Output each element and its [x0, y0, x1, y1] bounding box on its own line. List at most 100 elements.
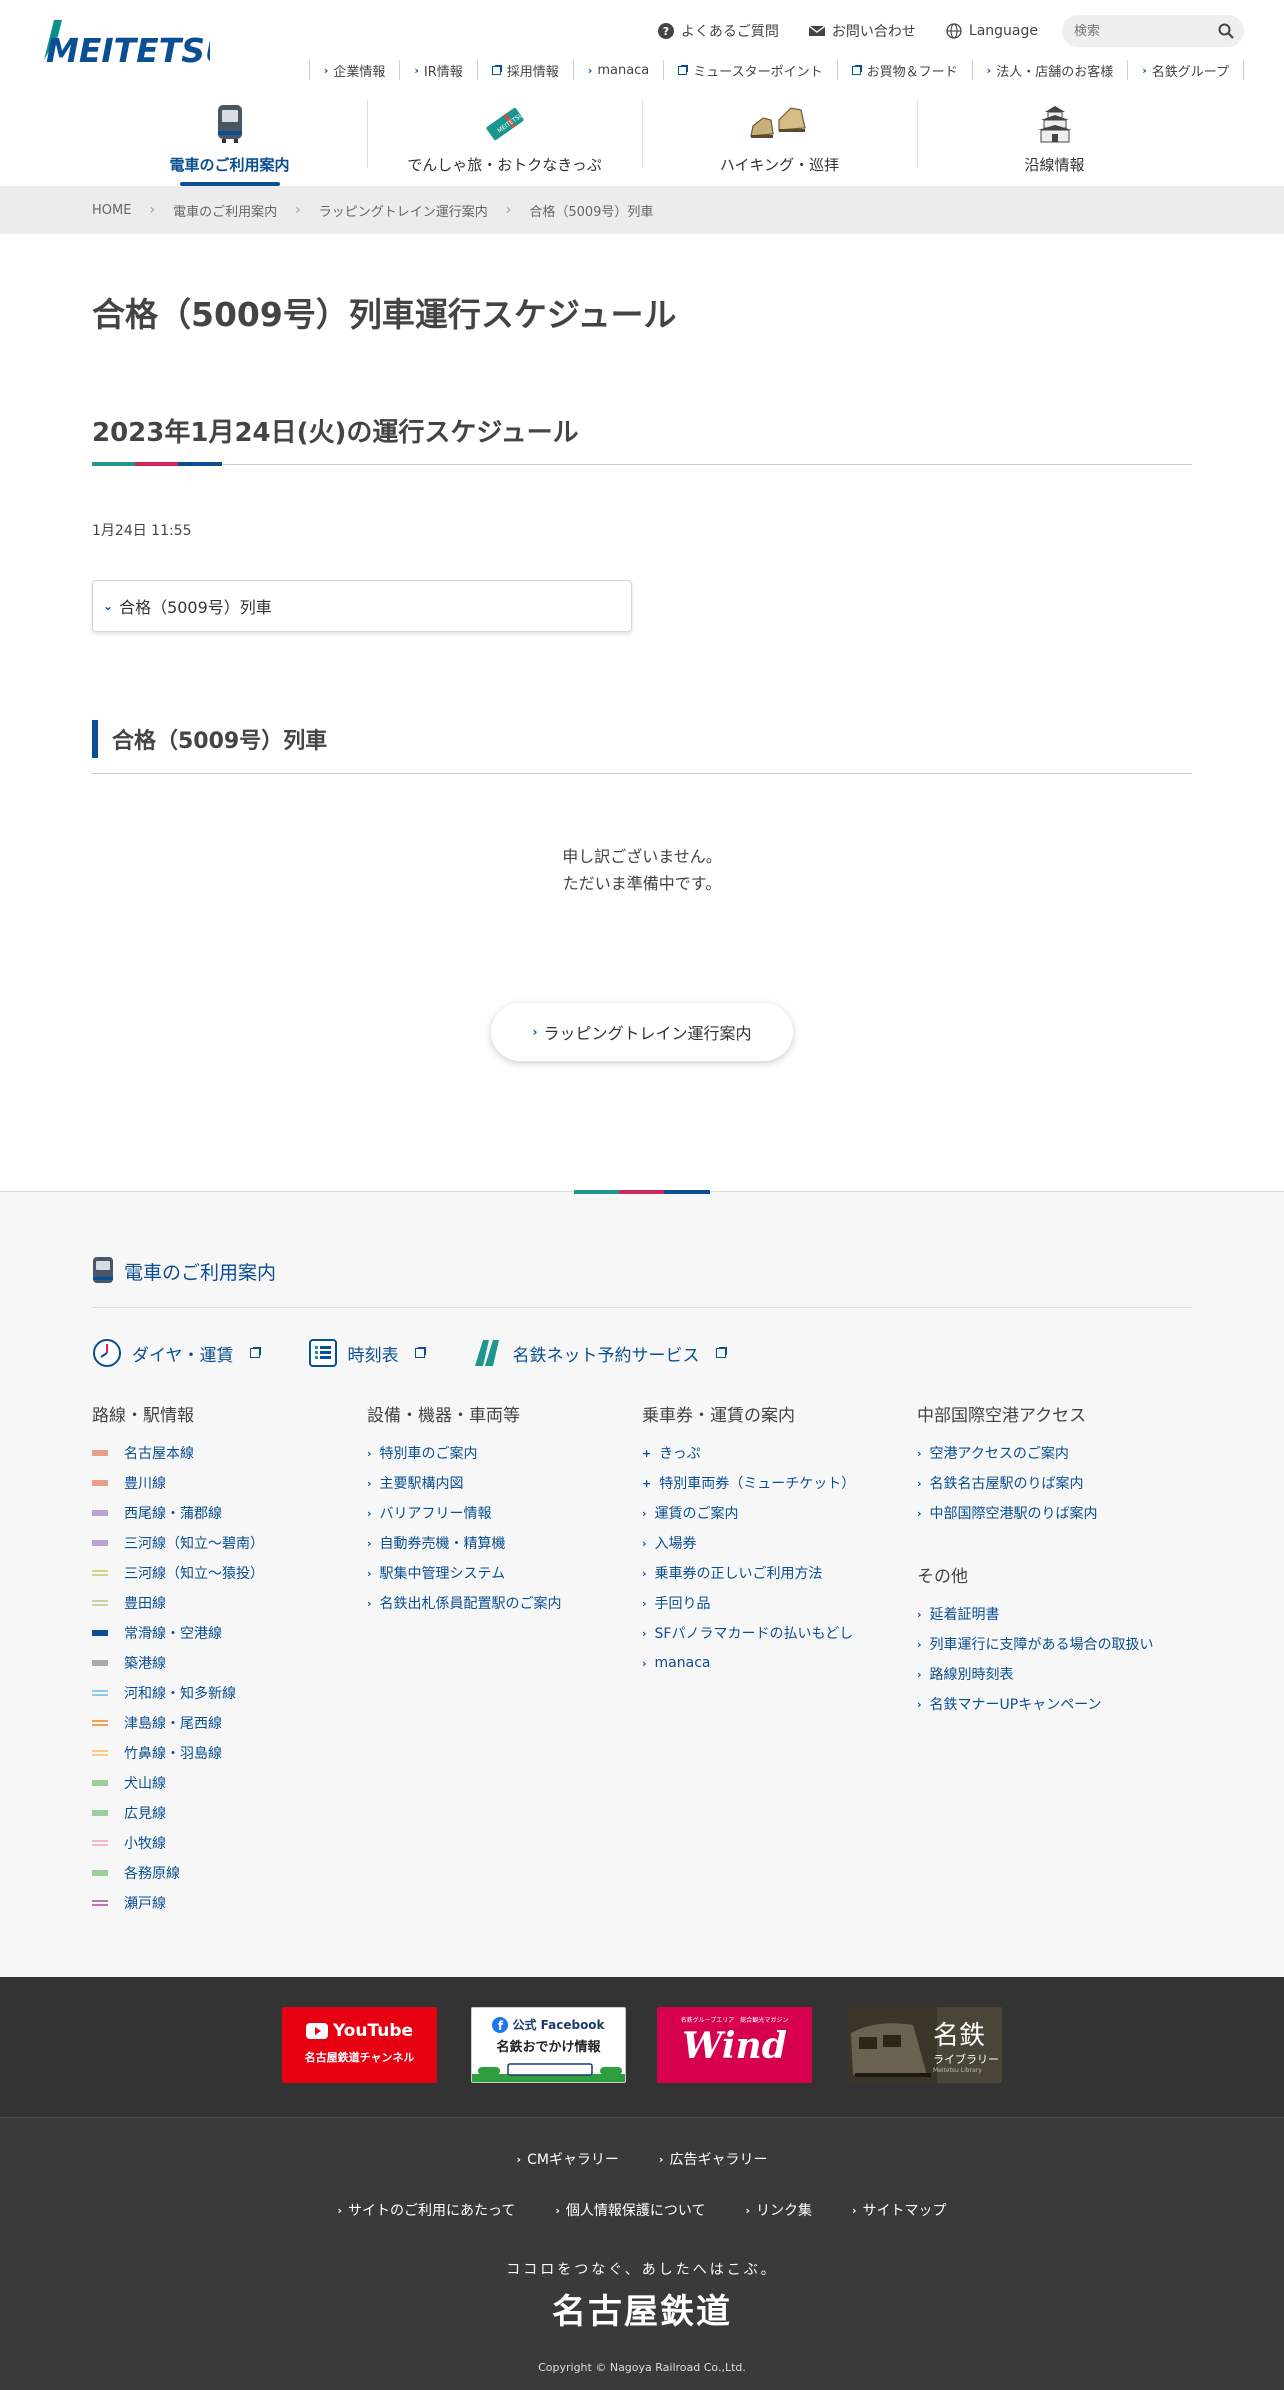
- language-link[interactable]: Language: [946, 23, 1038, 39]
- line-link[interactable]: 竹鼻線・羽島線: [92, 1738, 367, 1768]
- chevron-right-icon: ›: [642, 1596, 647, 1610]
- footer-link[interactable]: › 入場券: [642, 1528, 917, 1558]
- footer-link[interactable]: › 中部国際空港駅のりば案内: [917, 1498, 1192, 1528]
- global-nav-item[interactable]: ハイキング・巡拝: [642, 96, 917, 186]
- line-link[interactable]: 各務原線: [92, 1858, 367, 1888]
- footer-bottom-link[interactable]: › CMギャラリー: [517, 2149, 619, 2169]
- line-link[interactable]: 常滑線・空港線: [92, 1618, 367, 1648]
- chevron-right-icon: ›: [367, 1446, 372, 1460]
- corporate-link[interactable]: › manaca: [572, 60, 664, 80]
- footer-link[interactable]: › 名鉄マナーUPキャンペーン: [917, 1689, 1192, 1719]
- plus-icon: +: [642, 1446, 652, 1460]
- net-reservation-link[interactable]: 名鉄ネット予約サービス: [473, 1338, 726, 1368]
- footer-heading-link[interactable]: 電車のご利用案内: [92, 1256, 276, 1286]
- line-link[interactable]: 瀬戸線: [92, 1888, 367, 1918]
- footer-bottom-link[interactable]: › サイトのご利用にあたって: [337, 2200, 515, 2220]
- wrapping-train-back-button[interactable]: › ラッピングトレイン運行案内: [491, 1003, 793, 1061]
- footer-link[interactable]: › 名鉄名古屋駅のりば案内: [917, 1468, 1192, 1498]
- footer-link-label: SFパノラマカードの払いもどし: [654, 1626, 854, 1642]
- chevron-right-icon: ›: [532, 1025, 538, 1039]
- footer-link[interactable]: › 主要駅構内図: [367, 1468, 642, 1498]
- timetable-link[interactable]: 時刻表: [308, 1338, 425, 1368]
- breadcrumb-item[interactable]: HOME: [92, 203, 131, 218]
- search-input[interactable]: [1074, 23, 1204, 39]
- footer-link[interactable]: › 名鉄出札係員配置駅のご案内: [367, 1588, 642, 1618]
- footer-bottom-link[interactable]: › 広告ギャラリー: [659, 2149, 768, 2169]
- meitetsu-logo[interactable]: MEITETSU: [40, 16, 232, 70]
- breadcrumb-item[interactable]: 電車のご利用案内: [173, 201, 277, 220]
- footer-link[interactable]: › 手回り品: [642, 1588, 917, 1618]
- footer-link[interactable]: › 特別車のご案内: [367, 1438, 642, 1468]
- line-link[interactable]: 津島線・尾西線: [92, 1708, 367, 1738]
- footer-link[interactable]: › 駅集中管理システム: [367, 1558, 642, 1588]
- footer-link[interactable]: + きっぷ: [642, 1438, 917, 1468]
- search-icon[interactable]: [1218, 23, 1234, 39]
- line-link[interactable]: 広見線: [92, 1798, 367, 1828]
- global-nav-item[interactable]: 沿線情報: [917, 96, 1192, 186]
- slogan: ココロをつなぐ、あしたへはこぶ。: [506, 2262, 778, 2278]
- footer-link-label: 自動券売機・精算機: [379, 1536, 506, 1552]
- footer-bottom-link[interactable]: › サイトマップ: [852, 2200, 947, 2220]
- footer-bottom-link[interactable]: › リンク集: [745, 2200, 812, 2220]
- line-link[interactable]: 三河線（知立〜猿投）: [92, 1558, 367, 1588]
- global-nav-item[interactable]: MEITETSU でんしゃ旅・おトクなきっぷ: [367, 96, 642, 186]
- corporate-link[interactable]: › IR情報: [399, 60, 476, 80]
- facebook-banner[interactable]: f 公式 Facebook 名鉄おでかけ情報: [471, 2007, 626, 2083]
- footer-link-label: きっぷ: [659, 1446, 701, 1462]
- external-link-icon: [678, 65, 688, 75]
- footer-link[interactable]: › 延着証明書: [917, 1599, 1192, 1629]
- corporate-link[interactable]: お買物＆フード: [836, 60, 972, 80]
- footer-link[interactable]: › 路線別時刻表: [917, 1659, 1192, 1689]
- chevron-right-icon: ›: [367, 1566, 372, 1580]
- footer-bottom-link[interactable]: › 個人情報保護について: [555, 2200, 705, 2220]
- footer-link[interactable]: › バリアフリー情報: [367, 1498, 642, 1528]
- breadcrumb-item[interactable]: ラッピングトレイン運行案内: [319, 201, 488, 220]
- faq-link[interactable]: ? よくあるご質問: [657, 21, 779, 41]
- contact-link[interactable]: お問い合わせ: [808, 21, 916, 41]
- accent-bar: [574, 1190, 710, 1194]
- footer-link[interactable]: › 自動券売機・精算機: [367, 1528, 642, 1558]
- question-icon: ?: [657, 23, 674, 39]
- plus-icon: +: [642, 1476, 652, 1490]
- wind-magazine-banner[interactable]: 名鉄グループエリア 総合観光マガジン Wind: [657, 2007, 812, 2083]
- chevron-right-icon: ›: [367, 1596, 372, 1610]
- line-color-swatch: [92, 1780, 108, 1786]
- line-link[interactable]: 西尾線・蒲郡線: [92, 1498, 367, 1528]
- globe-icon: [946, 23, 962, 39]
- external-link-icon: [851, 65, 861, 75]
- corporate-link[interactable]: › 名鉄グループ: [1127, 60, 1244, 80]
- footer-link[interactable]: › 空港アクセスのご案内: [917, 1438, 1192, 1468]
- footer-link[interactable]: › 運賃のご案内: [642, 1498, 917, 1528]
- corporate-link[interactable]: ミュースターポイント: [663, 60, 836, 80]
- corporate-link-label: 採用情報: [506, 64, 559, 80]
- timetable-fare-link[interactable]: ダイヤ・運賃: [92, 1338, 260, 1368]
- footer-link[interactable]: › 列車運行に支障がある場合の取扱い: [917, 1629, 1192, 1659]
- meitetsu-library-banner[interactable]: 名鉄 ライブラリー Meitetsu Library: [847, 2007, 1002, 2083]
- footer-link[interactable]: › manaca: [642, 1648, 917, 1678]
- corporate-link[interactable]: 採用情報: [476, 60, 573, 80]
- line-link[interactable]: 名古屋本線: [92, 1438, 367, 1468]
- youtube-banner[interactable]: YouTube 名古屋鉄道チャンネル: [282, 2007, 437, 2083]
- footer-link[interactable]: › SFパノラマカードの払いもどし: [642, 1618, 917, 1648]
- footer-link[interactable]: › 乗車券の正しいご利用方法: [642, 1558, 917, 1588]
- corporate-link[interactable]: › 企業情報: [308, 60, 400, 80]
- line-link[interactable]: 豊田線: [92, 1588, 367, 1618]
- footer-link[interactable]: + 特別車両券（ミューチケット）: [642, 1468, 917, 1498]
- corporate-link[interactable]: › 法人・店舗のお客様: [971, 60, 1128, 80]
- line-link[interactable]: 豊川線: [92, 1468, 367, 1498]
- footer-link-label: 路線別時刻表: [929, 1667, 1014, 1683]
- line-link[interactable]: 三河線（知立〜碧南）: [92, 1528, 367, 1558]
- line-link[interactable]: 小牧線: [92, 1828, 367, 1858]
- line-color-swatch: [92, 1480, 108, 1486]
- line-link[interactable]: 河和線・知多新線: [92, 1678, 367, 1708]
- airport-column: 中部国際空港アクセス › 空港アクセスのご案内 › 名鉄名古屋駅のりば案内 › 中部国際空…: [917, 1401, 1192, 1918]
- divider: [92, 773, 1192, 774]
- schedule-title: 2023年1月24日(火)の運行スケジュール: [92, 418, 579, 448]
- global-nav-item[interactable]: 電車のご利用案内: [92, 96, 367, 186]
- footer-link-label: 列車運行に支障がある場合の取扱い: [929, 1637, 1154, 1653]
- line-link-label: 豊田線: [124, 1596, 166, 1612]
- line-color-swatch: [92, 1540, 108, 1546]
- line-link[interactable]: 築港線: [92, 1648, 367, 1678]
- line-link[interactable]: 犬山線: [92, 1768, 367, 1798]
- train-select-link[interactable]: ⌄ 合格（5009号）列車: [92, 580, 632, 632]
